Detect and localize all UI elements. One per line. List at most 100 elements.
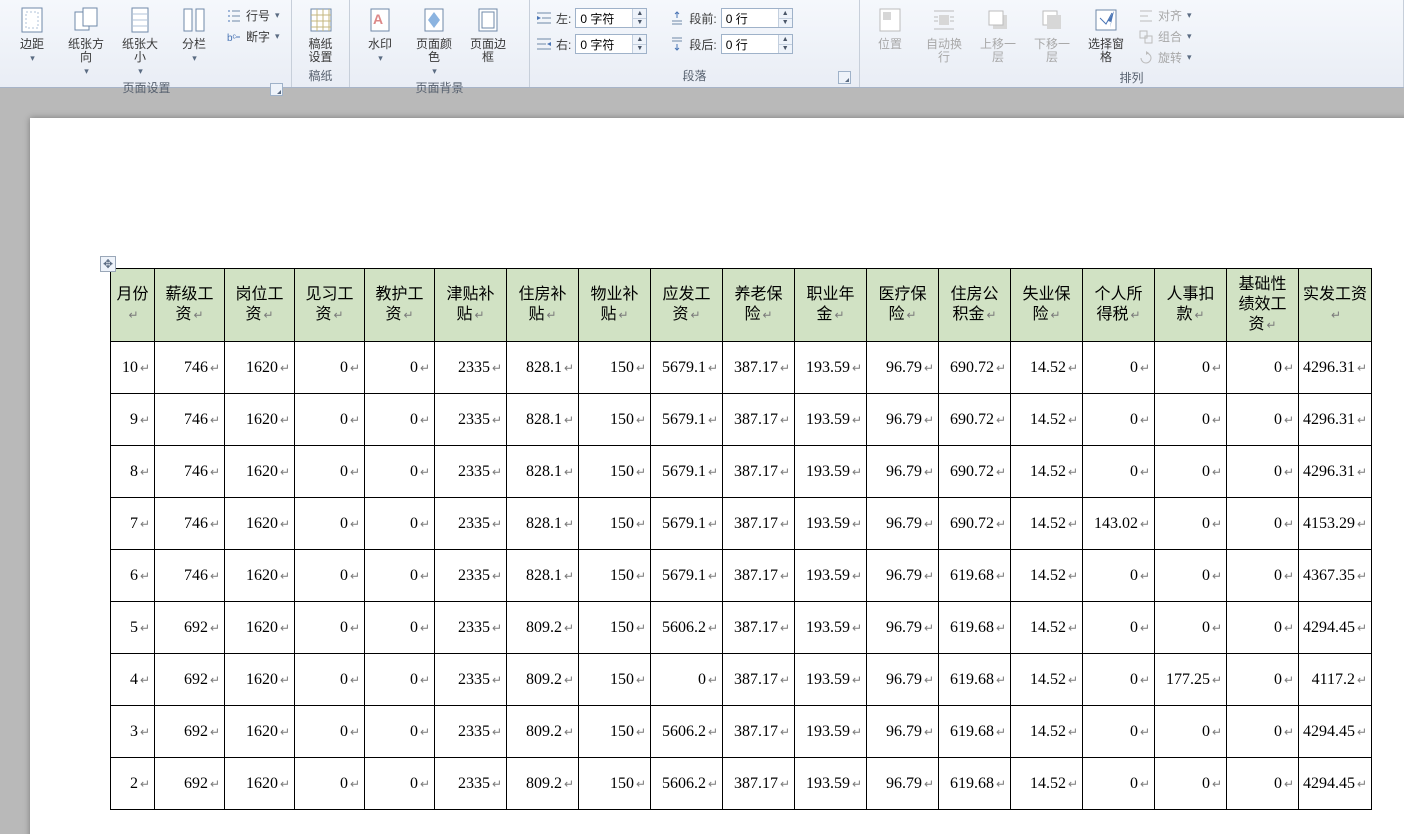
spinner-up[interactable]: ▲ [633, 35, 646, 45]
size-button[interactable]: 纸张大小 ▾ [116, 2, 164, 77]
watermark-button[interactable]: A 水印 ▾ [356, 2, 404, 64]
dialog-launcher[interactable] [838, 71, 851, 84]
position-button: 位置 [866, 2, 914, 51]
backward-label: 下移一层 [1030, 38, 1074, 64]
indent-left-spinner[interactable]: ▲▼ [575, 8, 647, 28]
table-cell: 14.52↵ [1011, 654, 1083, 706]
indent-left-input[interactable] [576, 9, 632, 27]
table-cell: 150↵ [579, 758, 651, 810]
spacing-after-spinner[interactable]: ▲▼ [721, 34, 793, 54]
table-cell: 387.17↵ [723, 498, 795, 550]
table-cell: 193.59↵ [795, 498, 867, 550]
table-cell: 0↵ [295, 654, 365, 706]
columns-button[interactable]: 分栏 ▾ [170, 2, 218, 64]
table-cell: 0↵ [1083, 654, 1155, 706]
table-cell: 5679.1↵ [651, 498, 723, 550]
rotate-icon [1138, 50, 1154, 66]
hyphenation-button[interactable]: bᶜ 断字 ▾ [224, 27, 282, 46]
table-cell: 1620↵ [225, 654, 295, 706]
table-cell: 0↵ [365, 342, 435, 394]
table-cell: 193.59↵ [795, 654, 867, 706]
page-color-label: 页面颜色 [412, 38, 456, 64]
table-cell: 0↵ [365, 602, 435, 654]
genko-button[interactable]: 稿纸 设置 [298, 2, 343, 64]
table-cell: 1620↵ [225, 342, 295, 394]
table-cell: 746↵ [155, 394, 225, 446]
page-borders-button[interactable]: 页面边框 [464, 2, 512, 64]
table-cell: 0↵ [1155, 446, 1227, 498]
line-numbers-button[interactable]: 行号 ▾ [224, 6, 282, 25]
table-move-handle[interactable]: ✥ [100, 256, 116, 272]
orientation-button[interactable]: 纸张方向 ▾ [62, 2, 110, 77]
table-cell: 0↵ [295, 342, 365, 394]
table-cell: 6↵ [111, 550, 155, 602]
page-color-button[interactable]: 页面颜色 ▾ [410, 2, 458, 77]
table-cell: 619.68↵ [939, 758, 1011, 810]
table-cell: 150↵ [579, 654, 651, 706]
dropdown-arrow-icon: ▾ [84, 66, 89, 77]
group-label-arrange: 排列 [1119, 71, 1143, 85]
ribbon: 边距 ▾ 纸张方向 ▾ 纸张大小 ▾ 分栏 [0, 0, 1404, 88]
spinner-down[interactable]: ▼ [779, 19, 792, 28]
spinner-down[interactable]: ▼ [779, 45, 792, 54]
table-header-cell: 住房公积金↵ [939, 269, 1011, 342]
table-cell: 193.59↵ [795, 550, 867, 602]
spinner-up[interactable]: ▲ [779, 35, 792, 45]
table-header-row: 月份↵薪级工资↵岗位工资↵见习工资↵教护工资↵津贴补贴↵住房补贴↵物业补贴↵应发… [111, 269, 1372, 342]
table-cell: 14.52↵ [1011, 602, 1083, 654]
table-cell: 387.17↵ [723, 654, 795, 706]
table-cell: 4296.31↵ [1299, 446, 1372, 498]
table-cell: 0↵ [1155, 706, 1227, 758]
table-cell: 0↵ [365, 394, 435, 446]
table-cell: 3↵ [111, 706, 155, 758]
table-cell: 0↵ [295, 758, 365, 810]
indent-right-icon [536, 36, 552, 52]
table-row: 5↵692↵1620↵0↵0↵2335↵809.2↵150↵5606.2↵387… [111, 602, 1372, 654]
size-label: 纸张大小 [118, 38, 162, 64]
align-icon [1138, 8, 1154, 24]
spacing-before-input[interactable] [722, 9, 778, 27]
table-row: 3↵692↵1620↵0↵0↵2335↵809.2↵150↵5606.2↵387… [111, 706, 1372, 758]
table-cell: 4367.35↵ [1299, 550, 1372, 602]
table-cell: 193.59↵ [795, 342, 867, 394]
indent-right-spinner[interactable]: ▲▼ [575, 34, 647, 54]
table-cell: 690.72↵ [939, 394, 1011, 446]
align-button: 对齐▾ [1136, 6, 1194, 25]
page-size-icon [124, 4, 156, 36]
spacing-before-spinner[interactable]: ▲▼ [721, 8, 793, 28]
table-cell: 96.79↵ [867, 446, 939, 498]
table-cell: 0↵ [295, 602, 365, 654]
table-cell: 0↵ [1083, 550, 1155, 602]
table-cell: 692↵ [155, 706, 225, 758]
table-cell: 0↵ [295, 446, 365, 498]
table-cell: 96.79↵ [867, 394, 939, 446]
selection-pane-button[interactable]: 选择窗格 [1082, 2, 1130, 64]
spinner-up[interactable]: ▲ [779, 9, 792, 19]
table-header-cell: 养老保险↵ [723, 269, 795, 342]
spacing-after-input[interactable] [722, 35, 778, 53]
table-cell: 692↵ [155, 654, 225, 706]
margins-button[interactable]: 边距 ▾ [8, 2, 56, 64]
table-cell: 9↵ [111, 394, 155, 446]
dropdown-arrow-icon: ▾ [275, 10, 280, 21]
indent-right-input[interactable] [576, 35, 632, 53]
table-header-cell: 住房补贴↵ [507, 269, 579, 342]
table-cell: 1620↵ [225, 394, 295, 446]
group-paragraph: 左: ▲▼ 右: ▲▼ [530, 0, 860, 87]
spinner-down[interactable]: ▼ [633, 45, 646, 54]
table-cell: 809.2↵ [507, 758, 579, 810]
table-cell: 690.72↵ [939, 446, 1011, 498]
table-cell: 619.68↵ [939, 706, 1011, 758]
table-cell: 193.59↵ [795, 602, 867, 654]
table-header-cell: 失业保险↵ [1011, 269, 1083, 342]
table-cell: 387.17↵ [723, 550, 795, 602]
spacing-before-label: 段前: [689, 10, 716, 27]
table-cell: 0↵ [295, 706, 365, 758]
spinner-up[interactable]: ▲ [633, 9, 646, 19]
table-cell: 746↵ [155, 342, 225, 394]
line-numbers-icon [226, 8, 242, 24]
table-cell: 5↵ [111, 602, 155, 654]
spinner-down[interactable]: ▼ [633, 19, 646, 28]
table-header-cell: 个人所得税↵ [1083, 269, 1155, 342]
table-cell: 0↵ [365, 498, 435, 550]
